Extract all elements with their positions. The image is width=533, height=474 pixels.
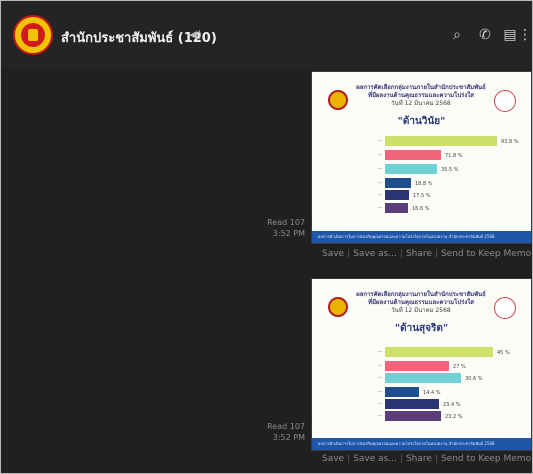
bar-value: 35.5 %: [441, 167, 459, 173]
prd-logo: [328, 297, 348, 317]
chat-window: สำนักประชาสัมพันธ์ (120) ◀) ⌕ ✆ ▤ ⋮ ผลกา…: [0, 0, 533, 474]
read-count: Read 107: [267, 422, 305, 431]
message-meta: Read 107 3:52 PM: [245, 421, 305, 443]
save-link[interactable]: Save: [322, 454, 344, 464]
speaker-icon[interactable]: ◀): [189, 28, 202, 41]
bar-value: 45 %: [497, 350, 510, 356]
timestamp: 3:52 PM: [272, 229, 305, 238]
bar-label: —: [378, 401, 382, 406]
timestamp: 3:52 PM: [272, 433, 305, 442]
card-heading: "ด้านสุจริต": [394, 323, 449, 334]
bar-value: 17.5 %: [413, 193, 431, 199]
prd-logo: [328, 90, 348, 110]
bar-label: —: [378, 349, 382, 354]
share-link[interactable]: Share: [406, 454, 432, 464]
card-footer: ผลการดำเนินการในการส่งเสริมคุณธรรมและควา…: [312, 231, 531, 243]
shared-image-message[interactable]: ผลการคัดเลือกกลุ่มงานภายในสำนักประชาสัมพ…: [311, 71, 532, 244]
shared-image-message[interactable]: ผลการคัดเลือกกลุ่มงานภายในสำนักประชาสัมพ…: [311, 278, 532, 451]
more-icon[interactable]: ⋮: [518, 25, 532, 45]
save-link[interactable]: Save: [322, 249, 344, 259]
share-link[interactable]: Share: [406, 249, 432, 259]
bar-value: 30.6 %: [465, 376, 483, 382]
bar-4: [385, 387, 419, 397]
bar-label: —: [378, 389, 382, 394]
bar-label: —: [378, 192, 382, 197]
bar-1: [385, 136, 497, 146]
message-meta: Read 107 3:52 PM: [245, 217, 305, 239]
bar-6: [385, 203, 408, 213]
save-as-link[interactable]: Save as...: [353, 249, 397, 259]
integrity-badge: [494, 90, 516, 112]
phone-icon[interactable]: ✆: [475, 25, 495, 45]
search-icon[interactable]: ⌕: [447, 25, 467, 45]
bar-label: —: [378, 152, 382, 157]
bar-value: 23.4 %: [443, 402, 461, 408]
bar-value: 27 %: [453, 364, 466, 370]
card-heading: "ด้านวินัย": [397, 116, 446, 127]
bar-4: [385, 178, 411, 188]
bar-label: —: [378, 363, 382, 368]
bar-5: [385, 399, 439, 409]
integrity-badge: [494, 297, 516, 319]
bar-label: —: [378, 180, 382, 185]
bar-value: 18.8 %: [415, 181, 433, 187]
bar-1: [385, 347, 493, 357]
bar-value: 71.8 %: [445, 153, 463, 159]
bar-3: [385, 373, 461, 383]
bar-value: 16.6 %: [412, 206, 430, 212]
card-footer: ผลการดำเนินการในการส่งเสริมคุณธรรมและควา…: [312, 438, 531, 450]
bar-label: —: [378, 205, 382, 210]
notes-icon[interactable]: ▤: [500, 25, 520, 45]
bar-label: —: [378, 138, 382, 143]
bar-label: —: [378, 413, 382, 418]
save-as-link[interactable]: Save as...: [353, 454, 397, 464]
image-actions: Save | Save as... | Share | Send to Keep Memo: [322, 249, 532, 259]
bar-2: [385, 361, 449, 371]
bar-value: 23.2 %: [445, 414, 463, 420]
group-avatar[interactable]: [13, 15, 53, 55]
bar-label: —: [378, 166, 382, 171]
keep-memo-link[interactable]: Send to Keep Memo: [441, 454, 531, 464]
bar-value: 14.4 %: [423, 390, 441, 396]
card-headline: ผลการคัดเลือกกลุ่มงานภายในสำนักประชาสัมพ…: [356, 84, 486, 107]
read-count: Read 107: [267, 218, 305, 227]
keep-memo-link[interactable]: Send to Keep Memo: [441, 249, 531, 259]
bar-2: [385, 150, 441, 160]
bar-6: [385, 411, 441, 421]
bar-value: 93.8 %: [501, 139, 519, 145]
bar-3: [385, 164, 437, 174]
bar-5: [385, 190, 409, 200]
bar-label: —: [378, 375, 382, 380]
image-actions: Save | Save as... | Share | Send to Keep Memo: [322, 454, 532, 464]
chat-header: สำนักประชาสัมพันธ์ (120) ◀) ⌕ ✆ ▤ ⋮: [1, 1, 532, 69]
card-headline: ผลการคัดเลือกกลุ่มงานภายในสำนักประชาสัมพ…: [356, 291, 486, 314]
